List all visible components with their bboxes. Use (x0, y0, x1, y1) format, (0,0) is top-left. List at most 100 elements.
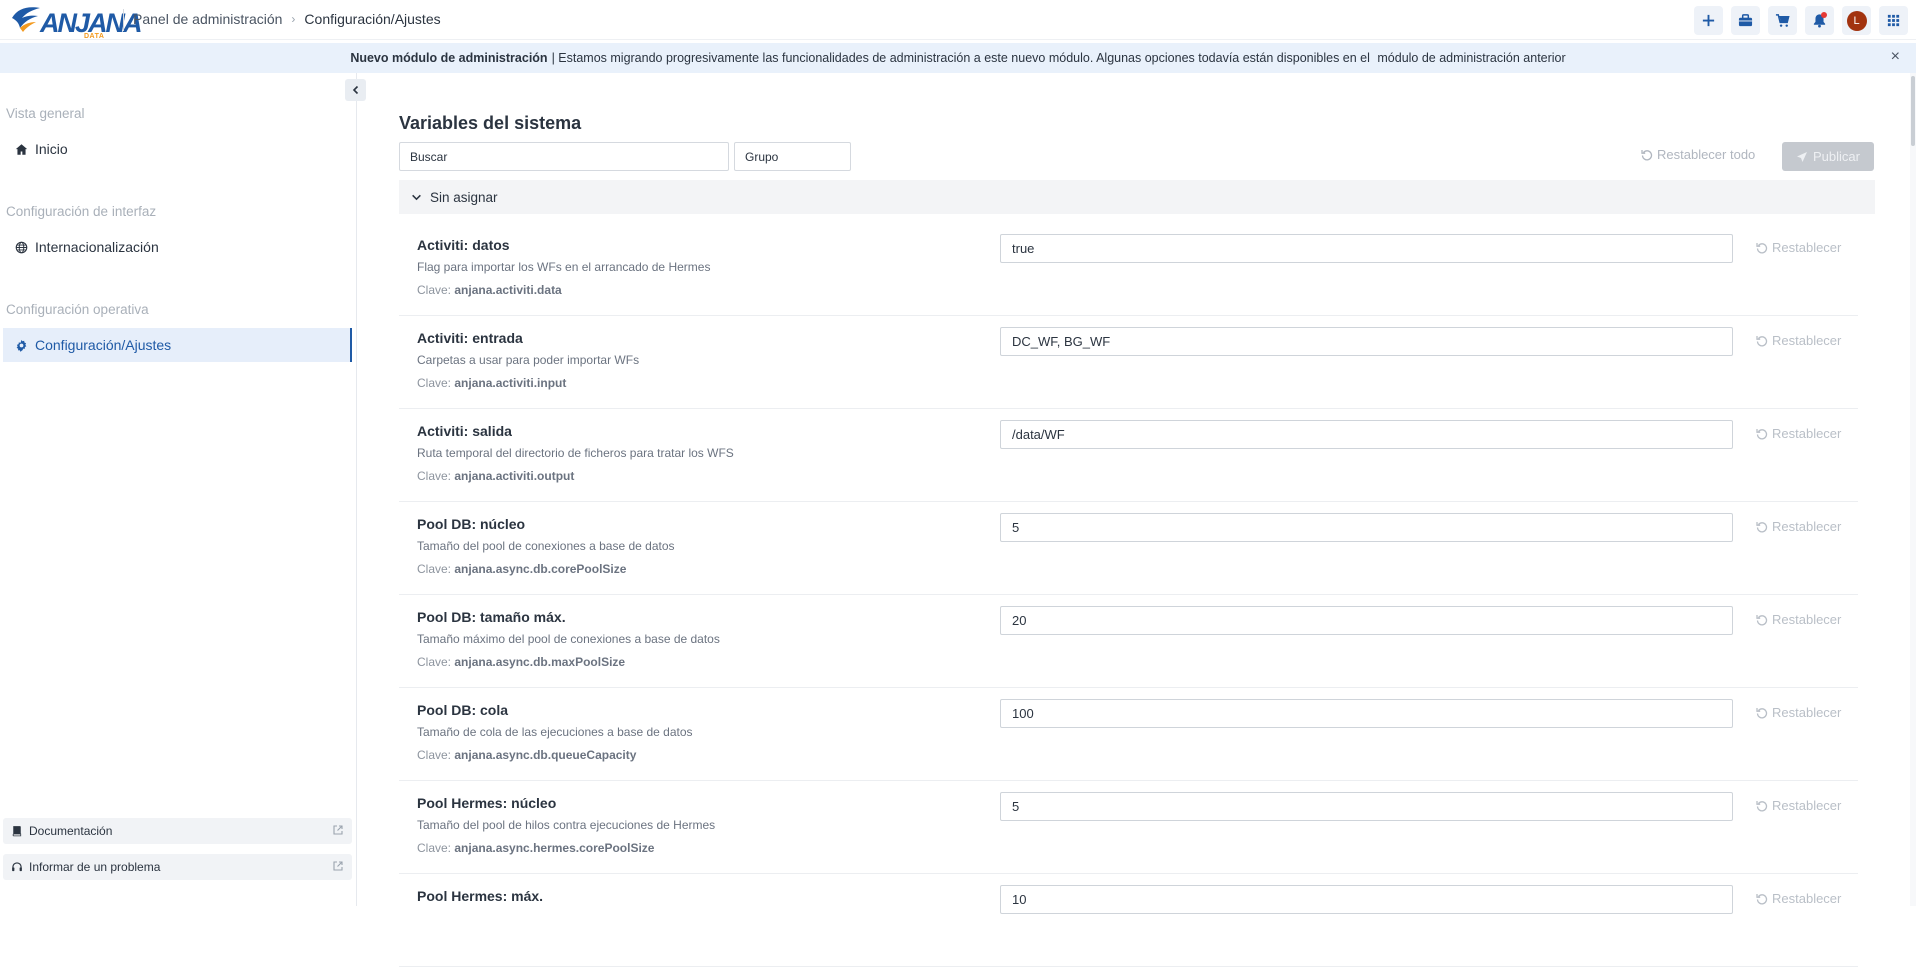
sidebar-item-configuracion[interactable]: Configuración/Ajustes (3, 328, 352, 362)
setting-key-value: anjana.activiti.input (454, 376, 567, 390)
scrollbar-track[interactable] (1910, 73, 1916, 906)
sidebar-item-label: Inicio (35, 141, 68, 157)
reset-all-button[interactable]: Restablecer todo (1641, 147, 1755, 162)
nav-section-operational: Configuración operativa (6, 302, 149, 317)
setting-description: Carpetas a usar para poder importar WFs (417, 353, 640, 367)
setting-key-prefix: Clave: (417, 469, 455, 483)
setting-description: Flag para importar los WFs en el arranca… (417, 260, 711, 274)
setting-value-input[interactable] (1000, 420, 1733, 449)
setting-title: Activiti: datos (417, 237, 510, 253)
top-bar: ANJANA DATA Panel de administración › Co… (0, 0, 1916, 40)
setting-reset-button[interactable]: Restablecer (1756, 612, 1841, 627)
setting-value-input[interactable] (1000, 606, 1733, 635)
setting-reset-button[interactable]: Restablecer (1756, 240, 1841, 255)
book-icon (12, 826, 22, 837)
breadcrumb-current: Configuración/Ajustes (304, 11, 441, 27)
setting-key-value: anjana.async.db.corePoolSize (454, 562, 627, 576)
breadcrumb-admin-panel[interactable]: Panel de administración (133, 11, 282, 27)
breadcrumb: Panel de administración › Configuración/… (133, 11, 441, 27)
main-content: Variables del sistema Restablecer todo P… (358, 73, 1916, 967)
setting-reset-label: Restablecer (1772, 891, 1842, 906)
setting-key: Clave: anjana.activiti.output (417, 469, 574, 483)
chevron-down-icon (412, 194, 421, 200)
notifications-button[interactable] (1805, 6, 1834, 35)
plus-icon (1702, 14, 1715, 27)
setting-reset-button[interactable]: Restablecer (1756, 798, 1841, 813)
headset-icon (12, 862, 22, 872)
setting-title: Pool Hermes: máx. (417, 888, 544, 904)
setting-title: Activiti: salida (417, 423, 512, 439)
search-input[interactable] (399, 142, 729, 171)
undo-icon (1756, 707, 1768, 718)
briefcase-button[interactable] (1731, 6, 1760, 35)
sidebar-item-internacionalizacion[interactable]: Internacionalización (3, 230, 352, 264)
banner-title: Nuevo módulo de administración (350, 51, 548, 65)
setting-value-input[interactable] (1000, 234, 1733, 263)
report-problem-link[interactable]: Informar de un problema (3, 854, 352, 880)
notification-badge (1821, 12, 1827, 18)
scrollbar-thumb[interactable] (1911, 76, 1915, 146)
setting-description: Tamaño del pool de hilos contra ejecucio… (417, 818, 716, 832)
setting-key-prefix: Clave: (417, 562, 455, 576)
user-menu-button[interactable]: L (1842, 6, 1871, 35)
setting-key-value: anjana.activiti.data (454, 283, 562, 297)
avatar: L (1846, 10, 1867, 31)
setting-description: Tamaño de cola de las ejecuciones a base… (417, 725, 693, 739)
setting-title: Pool DB: tamaño máx. (417, 609, 566, 625)
reset-all-label: Restablecer todo (1657, 147, 1756, 162)
setting-description: Tamaño del pool de conexiones a base de … (417, 539, 675, 553)
header-divider (123, 9, 124, 31)
publish-button[interactable]: Publicar (1782, 142, 1874, 171)
setting-reset-label: Restablecer (1772, 426, 1842, 441)
setting-reset-button[interactable]: Restablecer (1756, 891, 1841, 906)
setting-row: Activiti: salida Ruta temporal del direct… (399, 409, 1858, 502)
gear-icon (16, 339, 27, 352)
setting-title: Pool DB: núcleo (417, 516, 526, 532)
setting-reset-label: Restablecer (1772, 519, 1842, 534)
setting-value-input[interactable] (1000, 327, 1733, 356)
breadcrumb-chevron-icon: › (291, 12, 296, 26)
setting-key-value: anjana.async.hermes.corePoolSize (454, 841, 655, 855)
sidebar-item-inicio[interactable]: Inicio (3, 132, 352, 166)
publish-label: Publicar (1813, 149, 1860, 164)
setting-value-input[interactable] (1000, 792, 1733, 821)
setting-reset-button[interactable]: Restablecer (1756, 426, 1841, 441)
setting-value-input[interactable] (1000, 513, 1733, 542)
setting-row: Pool Hermes: máx. Restablecer (399, 874, 1858, 967)
close-icon[interactable]: × (1891, 48, 1900, 66)
setting-reset-button[interactable]: Restablecer (1756, 705, 1841, 720)
setting-reset-button[interactable]: Restablecer (1756, 519, 1841, 534)
setting-key-prefix: Clave: (417, 748, 455, 762)
apps-button[interactable] (1879, 6, 1908, 35)
header-actions: L (1694, 6, 1908, 35)
external-link-icon (332, 824, 344, 839)
add-button[interactable] (1694, 6, 1723, 35)
undo-icon (1756, 614, 1768, 625)
setting-key-prefix: Clave: (417, 655, 455, 669)
setting-title: Pool DB: cola (417, 702, 509, 718)
setting-key-value: anjana.async.db.queueCapacity (454, 748, 637, 762)
grid-icon (1887, 14, 1900, 27)
setting-row: Pool Hermes: núcleo Tamaño del pool de hi… (399, 781, 1858, 874)
setting-reset-button[interactable]: Restablecer (1756, 333, 1841, 348)
setting-reset-label: Restablecer (1772, 612, 1842, 627)
setting-key: Clave: anjana.async.hermes.corePoolSize (417, 841, 654, 855)
home-icon (15, 143, 28, 155)
migration-banner: Nuevo módulo de administración | Estamos… (0, 43, 1916, 73)
group-header-unassigned[interactable]: Sin asignar (399, 180, 1875, 214)
cart-button[interactable] (1768, 6, 1797, 35)
setting-row: Activiti: entrada Carpetas a usar para po… (399, 316, 1858, 409)
cart-icon (1775, 14, 1790, 27)
send-icon (1797, 151, 1808, 162)
setting-value-input[interactable] (1000, 885, 1733, 914)
legacy-admin-link[interactable]: módulo de administración anterior (1377, 51, 1565, 65)
undo-icon (1641, 149, 1653, 160)
setting-value-input[interactable] (1000, 699, 1733, 728)
anjana-logo[interactable]: ANJANA DATA (10, 4, 143, 40)
logo-subtext: DATA (84, 33, 105, 40)
setting-key-prefix: Clave: (417, 376, 455, 390)
group-filter-input[interactable] (734, 142, 851, 171)
setting-reset-label: Restablecer (1772, 705, 1842, 720)
documentation-link[interactable]: Documentación (3, 818, 352, 844)
globe-icon (15, 241, 28, 253)
